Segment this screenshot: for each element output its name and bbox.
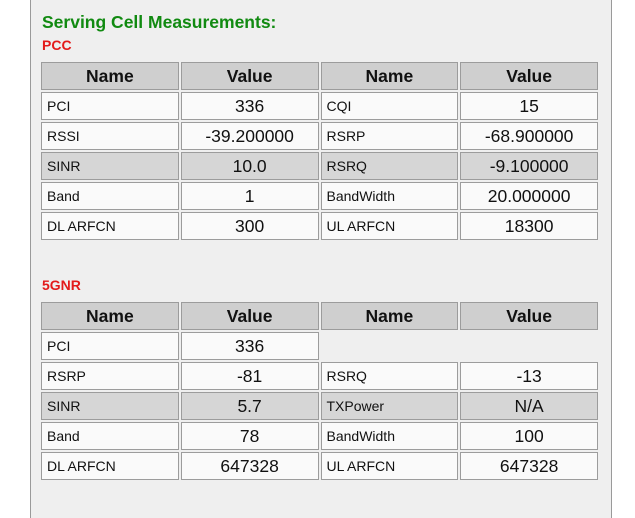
measurement-name: RSSI bbox=[41, 122, 179, 150]
measurement-value: 1 bbox=[180, 182, 319, 210]
table-row: DL ARFCN 300 UL ARFCN 18300 bbox=[41, 212, 598, 240]
measurement-name: TXPower bbox=[320, 392, 459, 420]
measurement-value: -68.900000 bbox=[460, 122, 598, 150]
measurement-value: 300 bbox=[180, 212, 319, 240]
measurement-name: CQI bbox=[320, 92, 459, 120]
measurement-value: 336 bbox=[180, 332, 319, 360]
measurement-value: -81 bbox=[180, 362, 319, 390]
measurement-value: -13 bbox=[460, 362, 598, 390]
column-header: Value bbox=[180, 62, 319, 90]
table-row: PCI 336 bbox=[41, 332, 598, 360]
column-header: Name bbox=[320, 302, 459, 330]
measurement-value: 10.0 bbox=[180, 152, 319, 180]
measurement-value: 15 bbox=[460, 92, 598, 120]
nr-measurements-table: Name Value Name Value PCI 336 RSRP -81 R… bbox=[39, 300, 600, 482]
page-title: Serving Cell Measurements: bbox=[42, 12, 277, 32]
table-row: RSSI -39.200000 RSRP -68.900000 bbox=[41, 122, 598, 150]
measurement-name: UL ARFCN bbox=[320, 212, 459, 240]
table-row: PCI 336 CQI 15 bbox=[41, 92, 598, 120]
measurement-name: RSRP bbox=[320, 122, 459, 150]
table-row: RSRP -81 RSRQ -13 bbox=[41, 362, 598, 390]
column-header: Value bbox=[180, 302, 319, 330]
measurement-name: UL ARFCN bbox=[320, 452, 459, 480]
measurement-name: PCI bbox=[41, 332, 179, 360]
measurement-name: DL ARFCN bbox=[41, 452, 179, 480]
measurement-name: RSRP bbox=[41, 362, 179, 390]
measurement-name: PCI bbox=[41, 92, 179, 120]
measurement-value: -9.100000 bbox=[460, 152, 598, 180]
pcc-section-label: PCC bbox=[42, 37, 72, 53]
table-row: Band 1 BandWidth 20.000000 bbox=[41, 182, 598, 210]
measurement-value: 336 bbox=[180, 92, 319, 120]
column-header: Name bbox=[41, 62, 179, 90]
measurement-value: 78 bbox=[180, 422, 319, 450]
table-row: SINR 10.0 RSRQ -9.100000 bbox=[41, 152, 598, 180]
table-row: DL ARFCN 647328 UL ARFCN 647328 bbox=[41, 452, 598, 480]
empty-cell bbox=[321, 332, 459, 360]
measurement-name: RSRQ bbox=[320, 152, 459, 180]
measurement-name: Band bbox=[41, 422, 179, 450]
measurement-name: SINR bbox=[41, 152, 179, 180]
pcc-measurements-table: Name Value Name Value PCI 336 CQI 15 RSS… bbox=[39, 60, 600, 242]
empty-cell bbox=[460, 332, 598, 360]
table-header-row: Name Value Name Value bbox=[41, 302, 598, 330]
nr-section-label: 5GNR bbox=[42, 277, 81, 293]
column-header: Name bbox=[320, 62, 459, 90]
table-row: Band 78 BandWidth 100 bbox=[41, 422, 598, 450]
measurement-name: RSRQ bbox=[320, 362, 459, 390]
table-header-row: Name Value Name Value bbox=[41, 62, 598, 90]
measurement-value: 647328 bbox=[180, 452, 319, 480]
column-header: Value bbox=[460, 302, 598, 330]
measurement-value: 647328 bbox=[460, 452, 598, 480]
measurement-value: -39.200000 bbox=[180, 122, 319, 150]
measurement-name: SINR bbox=[41, 392, 179, 420]
column-header: Value bbox=[460, 62, 598, 90]
measurement-value: 18300 bbox=[460, 212, 598, 240]
measurement-value: 100 bbox=[460, 422, 598, 450]
measurement-name: BandWidth bbox=[320, 422, 459, 450]
measurement-name: DL ARFCN bbox=[41, 212, 179, 240]
table-row: SINR 5.7 TXPower N/A bbox=[41, 392, 598, 420]
column-header: Name bbox=[41, 302, 179, 330]
measurement-value: 5.7 bbox=[180, 392, 319, 420]
measurement-value: 20.000000 bbox=[460, 182, 598, 210]
measurement-value: N/A bbox=[460, 392, 598, 420]
measurement-name: BandWidth bbox=[320, 182, 459, 210]
measurement-name: Band bbox=[41, 182, 179, 210]
